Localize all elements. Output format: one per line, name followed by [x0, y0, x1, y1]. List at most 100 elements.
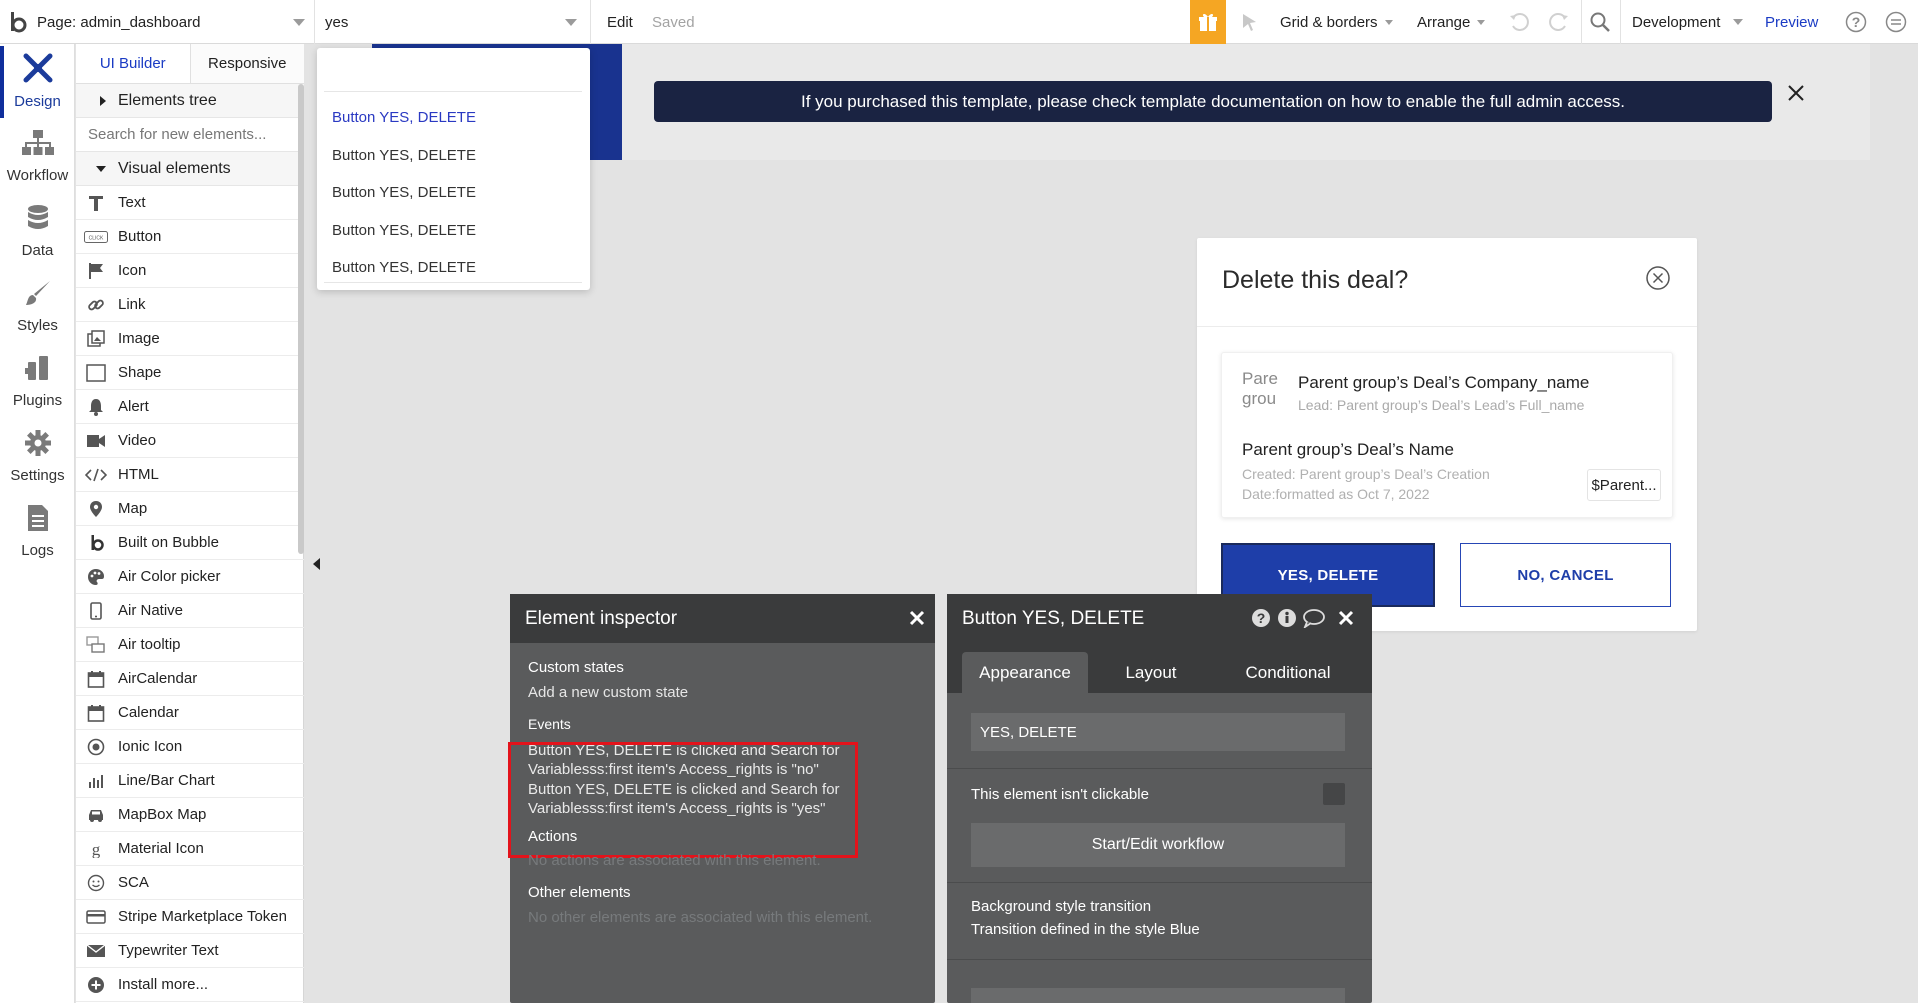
- element-item[interactable]: Alert: [76, 390, 304, 424]
- comment-icon[interactable]: [1302, 608, 1326, 630]
- elements-tree-toggle[interactable]: Elements tree: [76, 84, 304, 118]
- element-item[interactable]: SCA: [76, 866, 304, 900]
- search-icon[interactable]: [1589, 0, 1611, 44]
- visual-elements-toggle[interactable]: Visual elements: [76, 152, 304, 186]
- card-icon: [84, 907, 108, 927]
- start-edit-workflow-button[interactable]: Start/Edit workflow: [971, 823, 1345, 867]
- element-item[interactable]: Shape: [76, 356, 304, 390]
- element-item[interactable]: Video: [76, 424, 304, 458]
- preview-link[interactable]: Preview: [1765, 0, 1818, 44]
- development-version-menu[interactable]: Development: [1632, 0, 1720, 44]
- grid-borders-menu[interactable]: Grid & borders: [1280, 0, 1393, 44]
- nav-workflow[interactable]: Workflow: [0, 119, 75, 194]
- element-item[interactable]: Link: [76, 288, 304, 322]
- element-item[interactable]: CLICK Button: [76, 220, 304, 254]
- code-icon: [84, 465, 108, 485]
- help-icon[interactable]: ?: [1845, 0, 1867, 44]
- saved-status: Saved: [652, 13, 695, 31]
- event-item[interactable]: Button YES, DELETE is clicked and Search…: [528, 780, 858, 818]
- button-text-field[interactable]: [971, 713, 1345, 751]
- element-item[interactable]: Image: [76, 322, 304, 356]
- element-item[interactable]: Air Color picker: [76, 560, 304, 594]
- tab-appearance[interactable]: Appearance: [962, 652, 1088, 693]
- tab-layout[interactable]: Layout: [1088, 652, 1214, 693]
- element-item[interactable]: g Material Icon: [76, 832, 304, 866]
- element-item[interactable]: Typewriter Text: [76, 934, 304, 968]
- nav-logs[interactable]: Logs: [0, 494, 75, 569]
- svg-text:g: g: [92, 840, 101, 858]
- element-item[interactable]: Air tooltip: [76, 628, 304, 662]
- element-search-input[interactable]: yes: [325, 0, 348, 44]
- element-item-label: MapBox Map: [118, 806, 207, 823]
- dropdown-result-item[interactable]: Button YES, DELETE: [317, 137, 590, 175]
- help-icon[interactable]: ?: [1251, 608, 1271, 628]
- redo-icon[interactable]: [1548, 0, 1570, 44]
- tab-ui-builder[interactable]: UI Builder: [76, 44, 190, 83]
- nav-data[interactable]: Data: [0, 194, 75, 269]
- element-item[interactable]: Ionic Icon: [76, 730, 304, 764]
- brush-icon: [24, 279, 52, 311]
- image-icon: [84, 329, 108, 349]
- more-options-icon[interactable]: [1885, 0, 1907, 44]
- edit-menu[interactable]: Edit: [607, 0, 633, 44]
- map-pin-icon: [84, 499, 108, 519]
- nav-design[interactable]: Design: [0, 44, 75, 119]
- nav-plugins[interactable]: Plugins: [0, 344, 75, 419]
- element-item[interactable]: Install more...: [76, 968, 304, 1002]
- collapse-panel-icon[interactable]: [313, 558, 320, 570]
- dropdown-result-item[interactable]: Button YES, DELETE: [317, 249, 590, 287]
- nav-styles[interactable]: Styles: [0, 269, 75, 344]
- panel-scrollbar[interactable]: [298, 84, 304, 554]
- element-item[interactable]: HTML: [76, 458, 304, 492]
- button-text-input[interactable]: [980, 723, 1330, 741]
- inspector-close-icon[interactable]: [908, 609, 926, 627]
- new-element-search-input[interactable]: [88, 126, 298, 143]
- bubble-logo-icon[interactable]: [6, 0, 28, 44]
- svg-text:?: ?: [1852, 14, 1861, 30]
- element-item[interactable]: Line/Bar Chart: [76, 764, 304, 798]
- close-icon[interactable]: [1337, 609, 1357, 629]
- page-selector[interactable]: Page: admin_dashboard: [37, 0, 200, 44]
- add-custom-state-link[interactable]: Add a new custom state: [528, 684, 688, 701]
- gift-icon[interactable]: [1190, 0, 1226, 44]
- not-clickable-checkbox[interactable]: [1323, 783, 1345, 805]
- close-icon[interactable]: [1787, 84, 1809, 106]
- calendar-icon: [84, 669, 108, 689]
- cursor-select-icon[interactable]: [1240, 0, 1260, 44]
- undo-icon[interactable]: [1508, 0, 1530, 44]
- element-item[interactable]: Calendar: [76, 696, 304, 730]
- nav-plugins-label: Plugins: [12, 392, 63, 409]
- admin-notice-banner: If you purchased this template, please c…: [654, 81, 1772, 122]
- deal-name: Parent group’s Deal’s Name: [1242, 440, 1454, 459]
- element-item[interactable]: Map: [76, 492, 304, 526]
- nav-settings[interactable]: Settings: [0, 419, 75, 494]
- page-selector-caret-icon[interactable]: [293, 0, 305, 44]
- element-item[interactable]: Built on Bubble: [76, 526, 304, 560]
- dropdown-result-item[interactable]: Button YES, DELETE: [317, 212, 590, 250]
- dropdown-results-list: Button YES, DELETE Button YES, DELETE Butt…: [317, 99, 590, 287]
- event-item[interactable]: Button YES, DELETE is clicked and Search…: [528, 741, 858, 779]
- arrange-menu[interactable]: Arrange: [1417, 0, 1486, 44]
- elements-panel: UI Builder Responsive Elements tree Visu…: [76, 44, 304, 1003]
- page-selector-label: Page: admin_dashboard: [37, 13, 201, 31]
- inspector-title[interactable]: Element inspector: [510, 594, 935, 643]
- modal-close-icon[interactable]: [1645, 265, 1671, 291]
- dropdown-result-item[interactable]: Button YES, DELETE: [317, 99, 590, 137]
- element-item[interactable]: Text: [76, 186, 304, 220]
- modal-divider: [1197, 326, 1697, 327]
- dropdown-result-item[interactable]: Button YES, DELETE: [317, 174, 590, 212]
- property-field-partial[interactable]: [971, 988, 1345, 1003]
- element-item-label: Button: [118, 228, 162, 245]
- no-cancel-button[interactable]: NO, CANCEL: [1460, 543, 1671, 607]
- element-item[interactable]: Stripe Marketplace Token: [76, 900, 304, 934]
- development-caret-icon[interactable]: [1733, 0, 1743, 44]
- tab-responsive[interactable]: Responsive: [189, 44, 304, 83]
- element-item[interactable]: Air Native: [76, 594, 304, 628]
- element-item[interactable]: MapBox Map: [76, 798, 304, 832]
- element-search-caret-icon[interactable]: [565, 0, 577, 44]
- info-icon[interactable]: [1277, 608, 1297, 628]
- element-item[interactable]: AirCalendar: [76, 662, 304, 696]
- element-item[interactable]: Icon: [76, 254, 304, 288]
- tab-conditional[interactable]: Conditional: [1214, 652, 1362, 693]
- dropdown-search-input[interactable]: [324, 56, 582, 92]
